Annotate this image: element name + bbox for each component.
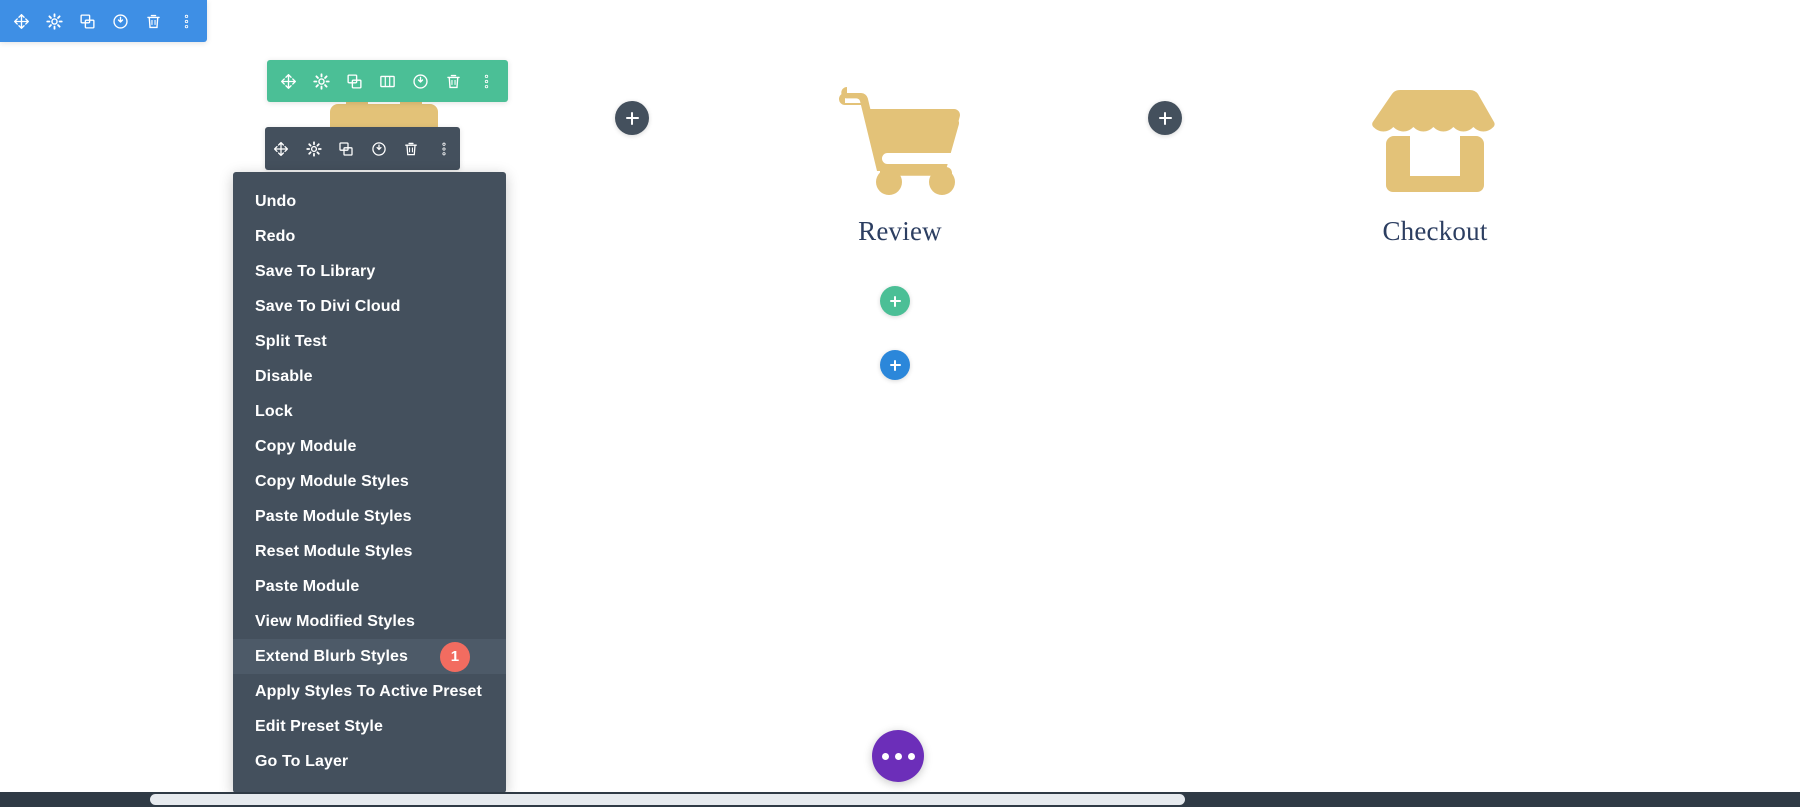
menu-item-disable[interactable]: Disable [233,359,506,394]
kebab-icon[interactable] [428,127,461,170]
module-toolbar[interactable] [265,127,460,170]
add-section-button[interactable] [880,350,910,380]
ellipsis-icon [881,752,889,760]
menu-item-label: Save To Library [255,262,376,280]
menu-item-copy-module[interactable]: Copy Module [233,429,506,464]
power-icon[interactable] [363,127,396,170]
move-icon[interactable] [272,60,305,102]
ellipsis-icon [907,752,915,760]
menu-item-copy-module-styles[interactable]: Copy Module Styles [233,464,506,499]
blurb-title: Review [858,216,942,246]
menu-item-apply-styles-to-active-preset[interactable]: Apply Styles To Active Preset [233,674,506,709]
menu-item-reset-module-styles[interactable]: Reset Module Styles [233,534,506,569]
menu-item-label: Disable [255,367,313,385]
menu-item-label: Split Test [255,332,327,350]
menu-item-label: View Modified Styles [255,612,415,630]
menu-item-label: Apply Styles To Active Preset [255,682,482,700]
add-module-button-left[interactable] [615,101,649,135]
menu-item-redo[interactable]: Redo [233,219,506,254]
menu-item-label: Lock [255,402,293,420]
menu-item-lock[interactable]: Lock [233,394,506,429]
columns-icon[interactable] [371,60,404,102]
duplicate-icon[interactable] [330,127,363,170]
page-settings-toolbar[interactable] [0,0,207,42]
trash-icon[interactable] [437,60,470,102]
trash-icon[interactable] [395,127,428,170]
gear-icon[interactable] [38,0,71,42]
menu-item-split-test[interactable]: Split Test [233,324,506,359]
menu-item-label: Edit Preset Style [255,717,383,735]
move-icon[interactable] [265,127,298,170]
menu-item-paste-module[interactable]: Paste Module [233,569,506,604]
menu-item-label: Undo [255,192,297,210]
menu-item-label: Extend Blurb Styles [255,647,409,665]
menu-item-save-to-divi-cloud[interactable]: Save To Divi Cloud [233,289,506,324]
menu-item-label: Paste Module [255,577,360,595]
power-icon[interactable] [404,60,437,102]
duplicate-icon[interactable] [338,60,371,102]
duplicate-icon[interactable] [71,0,104,42]
section-toolbar[interactable] [267,60,508,102]
menu-item-label: Copy Module Styles [255,472,409,490]
menu-item-label: Paste Module Styles [255,507,412,525]
blurb-module-review[interactable]: Review [770,82,1030,247]
menu-item-go-to-layer[interactable]: Go To Layer [233,744,506,779]
scrollbar-thumb[interactable] [150,794,1185,805]
menu-item-label: Go To Layer [255,752,349,770]
shopping-cart-icon [770,82,1030,202]
power-icon[interactable] [104,0,137,42]
menu-item-label: Redo [255,227,296,245]
blurb-module-checkout[interactable]: Checkout [1305,82,1565,247]
menu-item-extend-blurb-styles[interactable]: Extend Blurb Styles 1 [233,639,506,674]
blurb-title: Checkout [1382,216,1488,246]
move-icon[interactable] [5,0,38,42]
status-badge: 1 [440,641,470,672]
builder-settings-fab[interactable] [872,730,924,782]
gear-icon[interactable] [305,60,338,102]
storefront-icon [1305,82,1565,202]
menu-item-save-to-library[interactable]: Save To Library [233,254,506,289]
kebab-icon[interactable] [170,0,203,42]
menu-item-edit-preset-style[interactable]: Edit Preset Style [233,709,506,744]
module-options-menu[interactable]: Undo Redo Save To Library Save To Divi C… [233,172,506,793]
menu-item-label: Copy Module [255,437,357,455]
horizontal-scrollbar[interactable] [0,792,1800,807]
menu-item-label: Save To Divi Cloud [255,297,401,315]
kebab-icon[interactable] [470,60,503,102]
builder-canvas: Undo Redo Save To Library Save To Divi C… [0,0,1800,807]
menu-item-view-modified-styles[interactable]: View Modified Styles [233,604,506,639]
add-row-button[interactable] [880,286,910,316]
add-module-button-right[interactable] [1148,101,1182,135]
trash-icon[interactable] [137,0,170,42]
menu-item-undo[interactable]: Undo [233,184,506,219]
ellipsis-icon [894,752,902,760]
gear-icon[interactable] [298,127,331,170]
menu-item-paste-module-styles[interactable]: Paste Module Styles [233,499,506,534]
menu-item-label: Reset Module Styles [255,542,413,560]
